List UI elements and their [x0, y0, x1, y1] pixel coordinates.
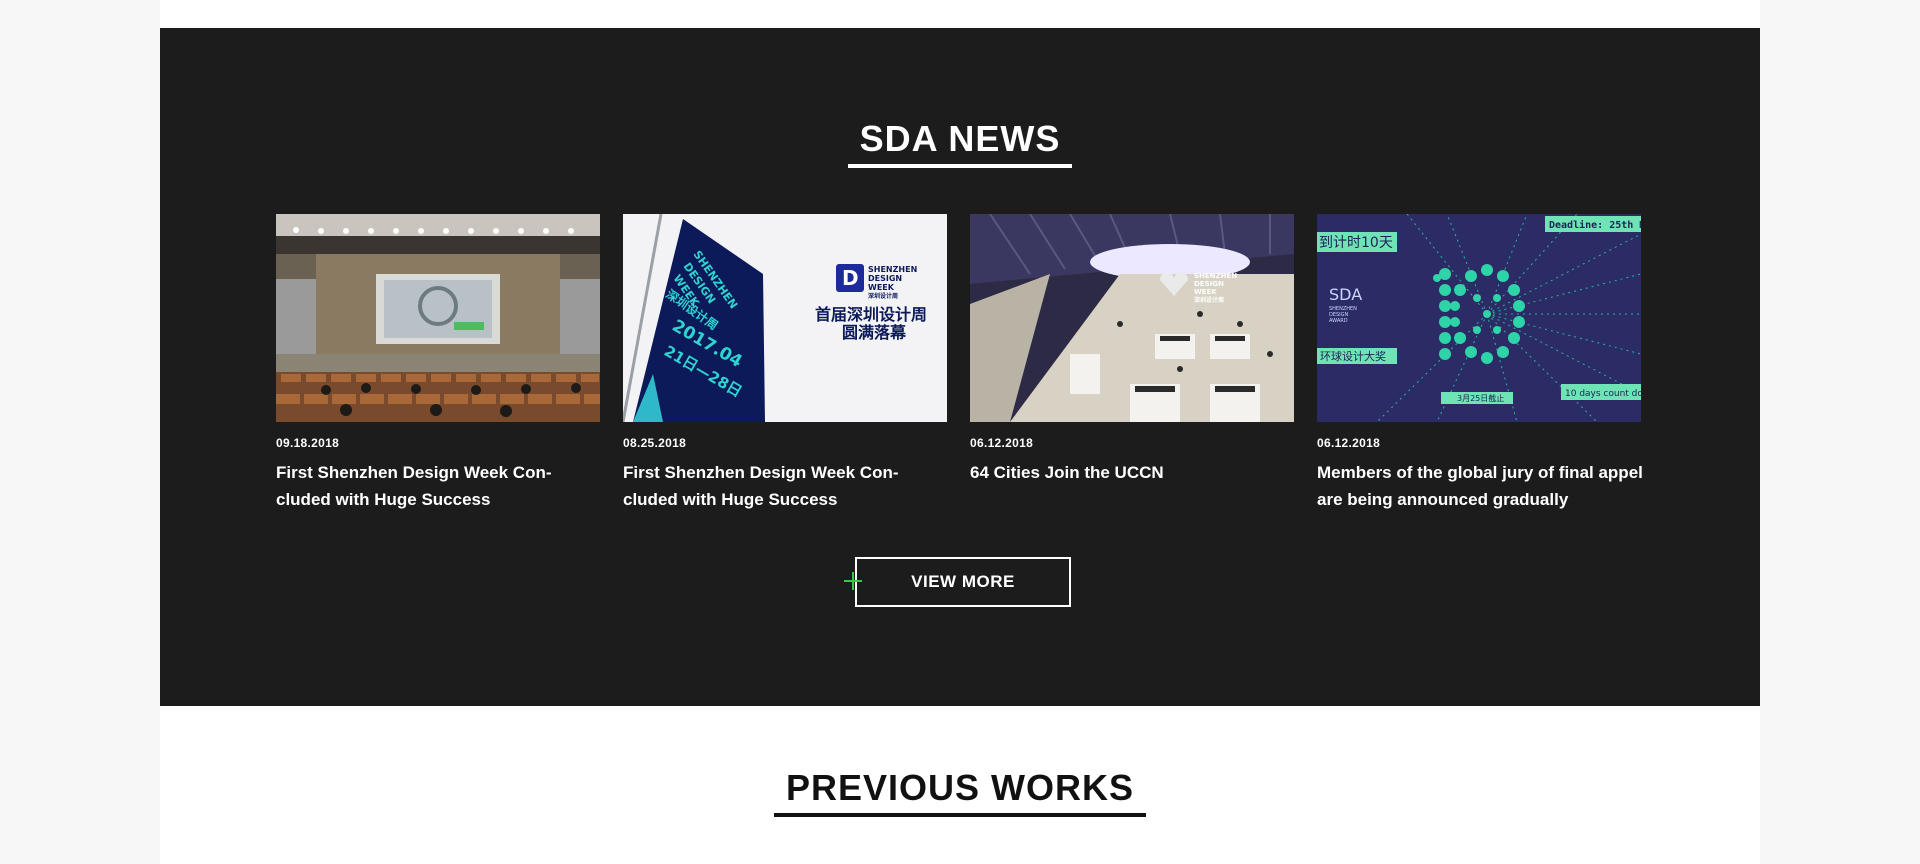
news-card-list: 09.18.2018 First Shenzhen Design Week Co…: [276, 214, 1644, 524]
news-card-image[interactable]: [276, 214, 600, 422]
exhibition-hall-photo: SHENZHEN DESIGN WEEK 深圳设计周: [970, 214, 1294, 422]
view-more-button[interactable]: VIEW MORE: [844, 557, 1071, 607]
news-card-title[interactable]: 64 Cities Join the UCCN: [970, 459, 1300, 486]
svg-text:SHENZHEN: SHENZHEN: [868, 265, 917, 274]
news-card-title[interactable]: First Shenzhen Design Week Con-cluded wi…: [623, 459, 953, 513]
news-card-date: 06.12.2018: [1317, 436, 1381, 450]
svg-text:深圳设计周: 深圳设计周: [868, 292, 898, 300]
news-card[interactable]: Deadline: 25th Mar 到计时10天 SDA SHENZHEN D…: [1317, 214, 1643, 513]
svg-text:WEEK: WEEK: [1194, 288, 1217, 296]
svg-text:首届深圳设计周: 首届深圳设计周: [815, 305, 927, 324]
news-card-title[interactable]: First Shenzhen Design Week Con-cluded wi…: [276, 459, 606, 513]
svg-text:WEEK: WEEK: [868, 283, 895, 292]
countdown-poster: Deadline: 25th Mar 到计时10天 SDA SHENZHEN D…: [1317, 214, 1641, 422]
news-section: SDA NEWS 09.18.2018 First Shenzhen Desig…: [160, 28, 1760, 706]
design-week-flag-photo: SHENZHEN DESIGN WEEK 深圳设计周 2017.04 21日—2…: [623, 214, 947, 422]
news-card-image[interactable]: SHENZHEN DESIGN WEEK 深圳设计周 2017.04 21日—2…: [623, 214, 947, 422]
svg-text:10 days count do: 10 days count do: [1565, 389, 1641, 399]
svg-text:Deadline: 25th Mar: Deadline: 25th Mar: [1549, 219, 1641, 231]
svg-text:D: D: [842, 266, 859, 290]
svg-text:深圳设计周: 深圳设计周: [1194, 296, 1224, 304]
svg-text:环球设计大奖: 环球设计大奖: [1320, 349, 1386, 363]
news-card-image[interactable]: SHENZHEN DESIGN WEEK 深圳设计周: [970, 214, 1294, 422]
svg-text:圆满落幕: 圆满落幕: [842, 323, 907, 342]
svg-text:到计时10天: 到计时10天: [1319, 235, 1393, 251]
conference-hall-photo: [276, 214, 600, 422]
svg-text:SHENZHEN: SHENZHEN: [1194, 272, 1237, 280]
previous-works-title: PREVIOUS WORKS: [160, 767, 1760, 817]
news-card-image[interactable]: Deadline: 25th Mar 到计时10天 SDA SHENZHEN D…: [1317, 214, 1641, 422]
svg-text:3月25日截止: 3月25日截止: [1457, 393, 1504, 403]
svg-text:DESIGN: DESIGN: [868, 274, 902, 283]
page-content: SDA NEWS 09.18.2018 First Shenzhen Desig…: [160, 0, 1760, 864]
news-card[interactable]: SHENZHEN DESIGN WEEK 深圳设计周 06.12.2018 64…: [970, 214, 1294, 486]
news-section-title: SDA NEWS: [160, 118, 1760, 168]
svg-text:SDA: SDA: [1329, 285, 1362, 304]
news-card-date: 06.12.2018: [970, 436, 1034, 450]
news-card-title[interactable]: Members of the global jury of final appe…: [1317, 459, 1647, 513]
news-card-date: 09.18.2018: [276, 436, 340, 450]
news-card-date: 08.25.2018: [623, 436, 687, 450]
svg-text:DESIGN: DESIGN: [1194, 280, 1224, 288]
svg-text:AWARD: AWARD: [1329, 318, 1348, 324]
news-card[interactable]: SHENZHEN DESIGN WEEK 深圳设计周 2017.04 21日—2…: [623, 214, 947, 513]
news-card[interactable]: 09.18.2018 First Shenzhen Design Week Co…: [276, 214, 600, 513]
view-more-label: VIEW MORE: [911, 572, 1015, 591]
crosshair-cursor-icon: [844, 572, 862, 590]
